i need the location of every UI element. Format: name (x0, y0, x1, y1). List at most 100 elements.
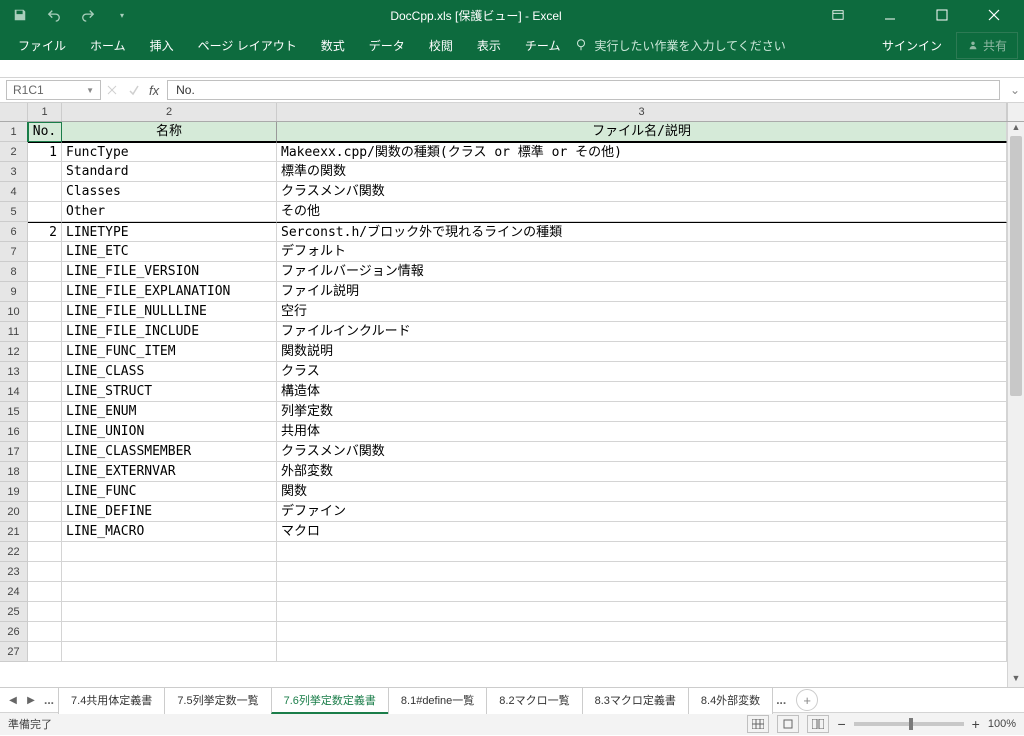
row-header[interactable]: 20 (0, 502, 28, 522)
cell[interactable]: LINE_FILE_INCLUDE (62, 322, 277, 342)
cell[interactable] (62, 542, 277, 562)
ribbon-tab[interactable]: ホーム (78, 31, 138, 60)
cell[interactable]: クラスメンバ関数 (277, 182, 1007, 202)
ribbon-display-options-icon[interactable] (818, 1, 858, 29)
vertical-scrollbar[interactable]: ▲ ▼ (1007, 122, 1024, 687)
sheet-tab[interactable]: 7.4共用体定義書 (58, 687, 165, 714)
sheet-nav-ellipsis[interactable]: ... (40, 693, 58, 707)
cell[interactable]: Classes (62, 182, 277, 202)
row-header[interactable]: 22 (0, 542, 28, 562)
cell[interactable] (62, 562, 277, 582)
formula-input[interactable]: No. (167, 80, 1000, 100)
zoom-slider[interactable] (854, 722, 964, 726)
col-header-1[interactable]: 1 (28, 103, 62, 121)
row-header[interactable]: 10 (0, 302, 28, 322)
maximize-button[interactable] (922, 1, 962, 29)
row-header[interactable]: 4 (0, 182, 28, 202)
cell[interactable]: LINETYPE (62, 222, 277, 242)
zoom-level[interactable]: 100% (988, 718, 1016, 730)
ribbon-tab[interactable]: 挿入 (138, 31, 186, 60)
cell[interactable]: その他 (277, 202, 1007, 222)
cell[interactable]: LINE_EXTERNVAR (62, 462, 277, 482)
cell[interactable] (28, 202, 62, 222)
col-header-3[interactable]: 3 (277, 103, 1007, 121)
scroll-up-icon[interactable]: ▲ (1008, 122, 1024, 136)
cell[interactable] (62, 602, 277, 622)
ribbon-tab[interactable]: データ (357, 31, 417, 60)
sheet-tab[interactable]: 8.3マクロ定義書 (582, 687, 689, 714)
ribbon-tab[interactable]: 表示 (465, 31, 513, 60)
close-button[interactable] (974, 1, 1014, 29)
ribbon-tab[interactable]: ファイル (6, 31, 78, 60)
cell[interactable]: LINE_FILE_VERSION (62, 262, 277, 282)
ribbon-tab[interactable]: ページ レイアウト (186, 31, 309, 60)
row-header[interactable]: 15 (0, 402, 28, 422)
cell[interactable] (28, 342, 62, 362)
cell[interactable] (28, 462, 62, 482)
cell[interactable]: LINE_DEFINE (62, 502, 277, 522)
cell[interactable] (28, 262, 62, 282)
sheet-nav-prev-icon[interactable]: ◀ (4, 695, 22, 706)
row-header[interactable]: 23 (0, 562, 28, 582)
cell[interactable]: LINE_CLASS (62, 362, 277, 382)
fx-icon[interactable]: fx (145, 83, 163, 98)
cell[interactable]: 共用体 (277, 422, 1007, 442)
redo-icon[interactable] (76, 3, 100, 27)
view-normal-icon[interactable] (747, 715, 769, 733)
cell[interactable]: 構造体 (277, 382, 1007, 402)
row-header[interactable]: 13 (0, 362, 28, 382)
sheet-nav-trailing[interactable]: ... (772, 693, 790, 707)
minimize-button[interactable] (870, 1, 910, 29)
sheet-nav-next-icon[interactable]: ▶ (22, 695, 40, 706)
cell[interactable]: LINE_UNION (62, 422, 277, 442)
cell[interactable]: 標準の関数 (277, 162, 1007, 182)
cell[interactable]: FuncType (62, 142, 277, 162)
cell[interactable]: LINE_CLASSMEMBER (62, 442, 277, 462)
cell[interactable]: 1 (28, 142, 62, 162)
cell[interactable] (28, 242, 62, 262)
cell[interactable] (62, 622, 277, 642)
ribbon-tab[interactable]: 数式 (309, 31, 357, 60)
ribbon-tab[interactable]: 校閲 (417, 31, 465, 60)
row-header[interactable]: 18 (0, 462, 28, 482)
scroll-down-icon[interactable]: ▼ (1008, 673, 1024, 687)
cell[interactable] (28, 402, 62, 422)
scroll-thumb[interactable] (1010, 136, 1022, 396)
row-header[interactable]: 16 (0, 422, 28, 442)
ribbon-tab[interactable]: チーム (513, 31, 573, 60)
qat-customize-icon[interactable]: ▾ (110, 3, 134, 27)
cell[interactable]: 名称 (62, 122, 277, 142)
undo-icon[interactable] (42, 3, 66, 27)
cell[interactable]: マクロ (277, 522, 1007, 542)
cell[interactable]: 関数 (277, 482, 1007, 502)
tell-me-search[interactable]: 実行したい作業を入力してください (574, 37, 785, 54)
cell[interactable] (28, 622, 62, 642)
row-header[interactable]: 3 (0, 162, 28, 182)
cell[interactable]: デフォルト (277, 242, 1007, 262)
row-header[interactable]: 1 (0, 122, 28, 142)
row-header[interactable]: 5 (0, 202, 28, 222)
cell[interactable]: LINE_FUNC_ITEM (62, 342, 277, 362)
row-header[interactable]: 2 (0, 142, 28, 162)
save-icon[interactable] (8, 3, 32, 27)
cell[interactable]: Makeexx.cpp/関数の種類(クラス or 標準 or その他) (277, 142, 1007, 162)
cell[interactable] (28, 502, 62, 522)
share-button[interactable]: 共有 (956, 32, 1018, 59)
cell[interactable] (62, 642, 277, 662)
cell[interactable]: ファイルインクルード (277, 322, 1007, 342)
cell[interactable]: Other (62, 202, 277, 222)
cell[interactable] (62, 582, 277, 602)
cell[interactable]: LINE_FILE_NULLLINE (62, 302, 277, 322)
cell[interactable] (277, 542, 1007, 562)
cell[interactable]: ファイル説明 (277, 282, 1007, 302)
name-box[interactable]: R1C1 ▼ (6, 80, 101, 100)
row-header[interactable]: 19 (0, 482, 28, 502)
row-header[interactable]: 25 (0, 602, 28, 622)
zoom-out-button[interactable]: − (837, 716, 845, 732)
name-box-dropdown-icon[interactable]: ▼ (86, 86, 94, 95)
cell[interactable]: Standard (62, 162, 277, 182)
cell[interactable] (28, 302, 62, 322)
sheet-tab[interactable]: 7.6列挙定数定義書 (271, 687, 389, 714)
sheet-tab[interactable]: 8.1#define一覧 (388, 687, 487, 714)
cell[interactable]: Serconst.h/ブロック外で現れるラインの種類 (277, 222, 1007, 242)
